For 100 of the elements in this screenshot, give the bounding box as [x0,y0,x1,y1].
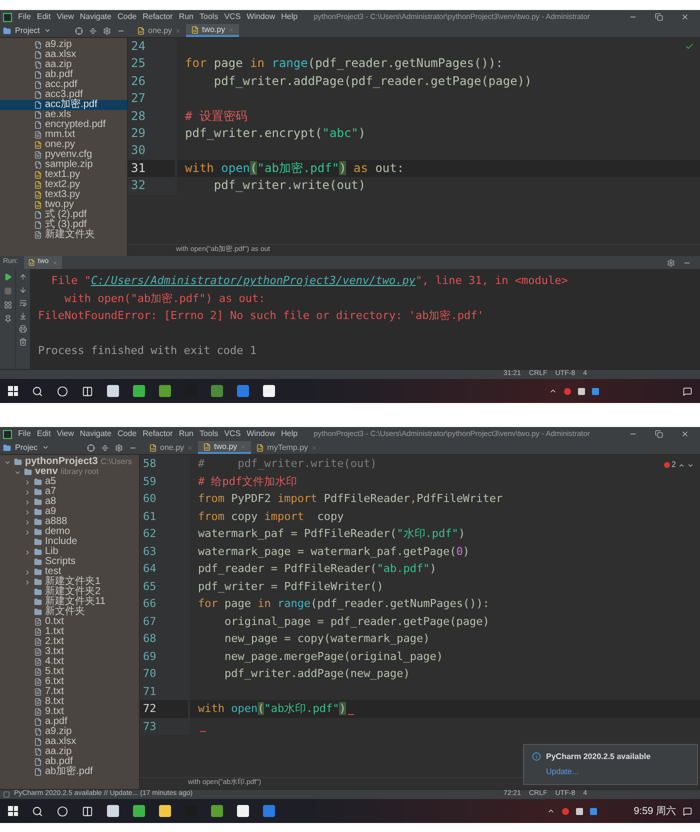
previous-error-icon[interactable] [678,462,685,468]
tree-item[interactable]: acc加密.pdf [0,100,127,110]
menu-item[interactable]: File [18,11,31,23]
tree-item[interactable]: sample.zip [0,160,127,170]
trash-icon[interactable] [19,338,27,346]
tree-item[interactable]: acc3.pdf [0,90,127,100]
menu-item[interactable]: Refactor [142,11,173,23]
close-icon[interactable] [175,28,182,34]
chevron-icon[interactable] [24,528,31,536]
next-error-icon[interactable] [687,462,694,468]
collapse-icon[interactable] [101,444,109,452]
app-icon[interactable] [107,805,119,817]
notification-icon[interactable] [683,806,692,816]
restore-icon[interactable] [655,430,663,438]
tree-item[interactable]: mm.txt [0,130,127,140]
windows-logo-icon[interactable] [8,386,18,396]
tree-item[interactable]: demo [0,527,139,537]
close-icon[interactable] [187,444,194,450]
menu-item[interactable]: Edit [36,11,51,23]
tree-item[interactable]: 式 (3).pdf [0,220,127,230]
menu-item[interactable]: Navigate [80,428,112,440]
tree-item[interactable]: 新建文件夹1 [0,577,139,587]
chevron-icon[interactable] [24,568,31,576]
notification-icon[interactable] [683,386,692,396]
tree-item[interactable]: 6.txt [0,677,139,687]
tree-item[interactable]: Include [0,537,139,547]
menu-item[interactable]: Navigate [80,11,112,23]
chevron-icon[interactable] [24,518,31,526]
tree-item[interactable]: ab加密.pdf [0,767,139,777]
tree-item[interactable]: 新建文件夹11 [0,597,139,607]
panel-icon[interactable] [3,791,10,798]
search-icon[interactable] [32,806,43,816]
run-icon[interactable] [4,273,12,281]
tree-item[interactable]: 9.txt [0,707,139,717]
chevron-icon[interactable] [24,578,31,586]
tree-item[interactable]: a5 [0,477,139,487]
tree-item[interactable]: aa.zip [0,60,127,70]
search-icon[interactable] [32,386,43,396]
app-icon[interactable] [237,805,249,817]
tree-item[interactable]: ab.pdf [0,70,127,80]
windows-logo-icon[interactable] [8,806,18,816]
tree-item[interactable]: 0.txt [0,617,139,627]
tree-item[interactable]: Scripts [0,557,139,567]
tree-item[interactable]: a8 [0,497,139,507]
menu-item[interactable]: Help [281,11,298,23]
chevron-icon[interactable] [24,478,31,486]
app-icon[interactable] [133,805,145,817]
tree-item[interactable]: 2.txt [0,637,139,647]
chevron-icon[interactable] [24,508,31,516]
tray-caret-icon[interactable] [546,807,555,815]
app-icon[interactable] [159,805,171,817]
app-icon[interactable] [263,385,275,397]
tree-item[interactable]: test [0,567,139,577]
tray-caret-icon[interactable] [549,387,557,395]
settings-icon[interactable] [667,258,675,266]
tree-item[interactable]: a.pdf [0,717,139,727]
tree-item[interactable]: 7.txt [0,687,139,697]
editor-tab[interactable]: one.py [132,24,186,37]
tree-item[interactable]: a888 [0,517,139,527]
tree-item[interactable]: 5.txt [0,667,139,677]
menu-item[interactable]: View [56,428,74,440]
tree-item[interactable]: Lib [0,547,139,557]
locate-icon[interactable] [75,26,83,34]
menu-item[interactable]: Tools [200,428,218,440]
menu-item[interactable]: Code [117,428,137,440]
chevron-icon[interactable] [24,498,31,506]
file-link[interactable]: C:/Users/Administrator/pythonProject3/venv/two.py [90,274,416,287]
pin-icon[interactable] [4,315,12,323]
error-count[interactable]: 2 [664,459,694,471]
tree-item[interactable]: 3.txt [0,647,139,657]
tree-item[interactable]: ab.pdf [0,757,139,767]
scroll-to-end-icon[interactable] [19,312,27,320]
tree-item[interactable]: 式 (2).pdf [0,210,127,220]
tree-item[interactable]: 新文件夹 [0,607,139,617]
tree-item[interactable]: 新建文件夹2 [0,587,139,597]
tree-item[interactable]: two.py [0,200,127,210]
tree-item[interactable]: text3.py [0,190,127,200]
tree-item[interactable]: venv library root [0,467,139,477]
tree-item[interactable]: 1.txt [0,627,139,637]
project-dropdown[interactable]: Project [15,24,40,36]
update-link[interactable]: Update... [546,766,651,778]
close-icon[interactable] [311,444,318,450]
settings-icon[interactable] [103,26,111,34]
tree-item[interactable]: text1.py [0,170,127,180]
caret-icon[interactable] [42,444,49,451]
tree-item[interactable]: 新建文件夹 [0,230,127,240]
project-dropdown[interactable]: Projec [15,442,38,454]
tree-item[interactable]: aa.xlsx [0,50,127,60]
menu-item[interactable]: Refactor [142,428,173,440]
menu-item[interactable]: Run [178,428,194,440]
editor-tab[interactable]: two.py [198,441,252,454]
menu-item[interactable]: VCS [224,11,241,23]
clock[interactable]: 9:59 周六 [634,804,676,818]
menu-item[interactable]: View [56,11,74,23]
menu-item[interactable]: Code [117,11,137,23]
menu-item[interactable]: VCS [224,428,241,440]
arrow-up-icon[interactable] [19,273,27,281]
close-icon[interactable] [681,13,689,21]
menu-item[interactable]: Run [178,11,194,23]
tree-item[interactable]: 8.txt [0,697,139,707]
